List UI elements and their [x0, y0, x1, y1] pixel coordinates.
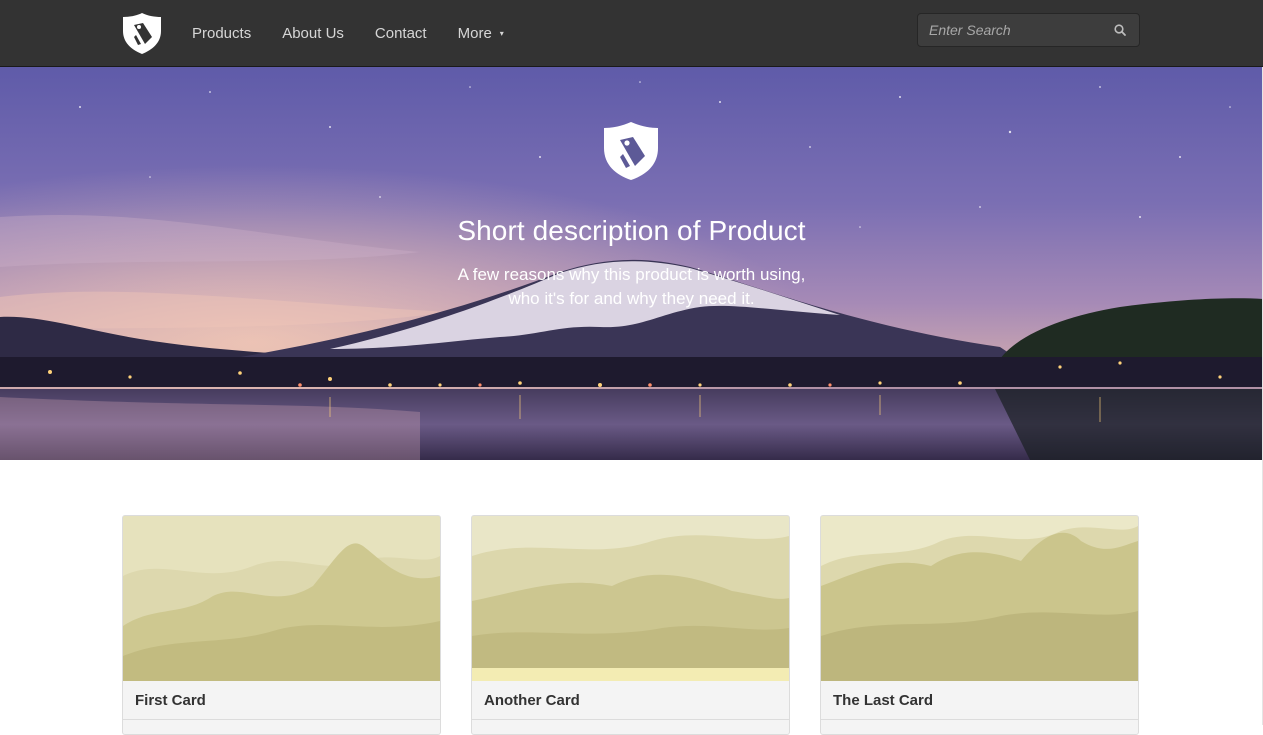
nav-link-products[interactable]: Products	[192, 0, 251, 66]
hero-title: Short description of Product	[457, 215, 806, 246]
card-divider	[123, 719, 440, 720]
caret-down-icon: ▾	[499, 28, 504, 38]
card-image	[123, 516, 440, 681]
nav-link-about-us[interactable]: About Us	[282, 0, 344, 66]
card-image	[472, 516, 789, 681]
nav-links: Products About Us Contact More ▾	[192, 0, 535, 66]
nav-dropdown-more[interactable]: More ▾	[458, 0, 504, 66]
hero-subtitle: A few reasons why this product is worth …	[0, 263, 1263, 311]
search-icon[interactable]	[1113, 23, 1127, 37]
card-divider	[472, 719, 789, 720]
card-first[interactable]: First Card	[122, 515, 441, 735]
hero-banner: Short description of Product A few reaso…	[0, 67, 1263, 460]
nav-link-label: Contact	[374, 24, 427, 42]
nav-link-contact[interactable]: Contact	[375, 0, 427, 66]
nav-link-label: About Us	[282, 24, 344, 42]
hero-subtitle-line: A few reasons why this product is worth …	[457, 265, 806, 284]
top-navbar: Products About Us Contact More ▾	[0, 0, 1263, 67]
search-input[interactable]	[918, 14, 1106, 46]
nav-link-label: Products	[192, 24, 252, 42]
card-image	[821, 516, 1138, 681]
card-title: The Last Card	[833, 692, 934, 709]
shield-tag-icon[interactable]	[121, 11, 163, 55]
hero-subtitle-line: who it's for and why they need it.	[508, 289, 755, 308]
shield-tag-icon	[604, 122, 658, 180]
nav-link-label: More	[457, 24, 492, 42]
card-divider	[821, 719, 1138, 720]
card-title: First Card	[135, 692, 206, 709]
card-title: Another Card	[484, 692, 580, 709]
search-box	[917, 13, 1140, 47]
card-another[interactable]: Another Card	[471, 515, 790, 735]
card-last[interactable]: The Last Card	[820, 515, 1139, 735]
